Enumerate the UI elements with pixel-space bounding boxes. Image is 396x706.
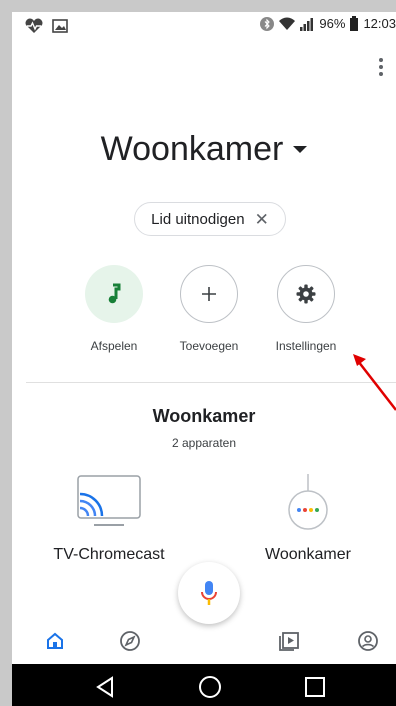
room-title: Woonkamer: [152, 406, 256, 426]
home-switcher[interactable]: Woonkamer: [12, 130, 396, 169]
home-circle-icon[interactable]: [197, 674, 223, 700]
gear-icon: [296, 284, 316, 304]
music-note-icon: [108, 283, 121, 304]
media-icon[interactable]: [276, 628, 302, 654]
mic-icon: [201, 581, 217, 605]
signal-icon: [300, 17, 314, 31]
settings-action-circle[interactable]: [277, 265, 335, 323]
room-device-count: 2 apparaten: [171, 436, 237, 450]
voice-assistant-button[interactable]: [178, 562, 240, 624]
plus-icon: [202, 287, 216, 301]
heart-monitor-icon: [25, 18, 43, 33]
close-icon[interactable]: ✕: [255, 211, 269, 228]
play-action-label: Afspelen: [90, 339, 138, 353]
home-icon[interactable]: [42, 628, 68, 654]
account-icon[interactable]: [355, 628, 381, 654]
add-action-circle[interactable]: [180, 265, 238, 323]
settings-action[interactable]: Instellingen: [256, 265, 356, 353]
battery-icon: [350, 16, 359, 31]
battery-percent: 96%: [319, 16, 346, 31]
add-action-label: Toevoegen: [179, 339, 239, 353]
play-action-circle[interactable]: [85, 265, 143, 323]
google-home-mini-icon: [288, 474, 328, 530]
home-name: Woonkamer: [100, 130, 284, 168]
system-navigation-bar: [12, 664, 396, 706]
back-icon[interactable]: [92, 674, 118, 700]
tv-cast-icon: [77, 475, 141, 526]
bluetooth-icon: [260, 16, 275, 31]
wifi-icon: [279, 17, 296, 30]
dropdown-caret-icon: [293, 145, 308, 153]
status-left-icons: [24, 18, 68, 34]
overflow-menu-icon[interactable]: [375, 56, 387, 82]
phone-screen: 96% 12:03 Woonkamer Lid uitnodigen ✕ Afs…: [12, 12, 396, 706]
settings-action-label: Instellingen: [275, 339, 337, 353]
recent-apps-icon[interactable]: [302, 674, 328, 700]
section-divider: [26, 382, 396, 383]
invite-chip-label: Lid uitnodigen: [151, 210, 245, 228]
status-right: 96% 12:03: [260, 16, 396, 31]
image-icon: [52, 19, 68, 33]
status-bar: 96% 12:03: [12, 12, 396, 42]
device-name-tv: TV-Chromecast: [53, 546, 165, 563]
device-card-tv-chromecast[interactable]: TV-Chromecast: [34, 474, 184, 564]
invite-member-chip[interactable]: Lid uitnodigen ✕: [134, 202, 286, 236]
device-name-woonkamer: Woonkamer: [265, 546, 351, 563]
add-action[interactable]: Toevoegen: [159, 265, 259, 353]
device-card-woonkamer[interactable]: Woonkamer: [238, 474, 378, 564]
play-action[interactable]: Afspelen: [64, 265, 164, 353]
explore-compass-icon[interactable]: [117, 628, 143, 654]
clock-time: 12:03: [363, 16, 396, 31]
